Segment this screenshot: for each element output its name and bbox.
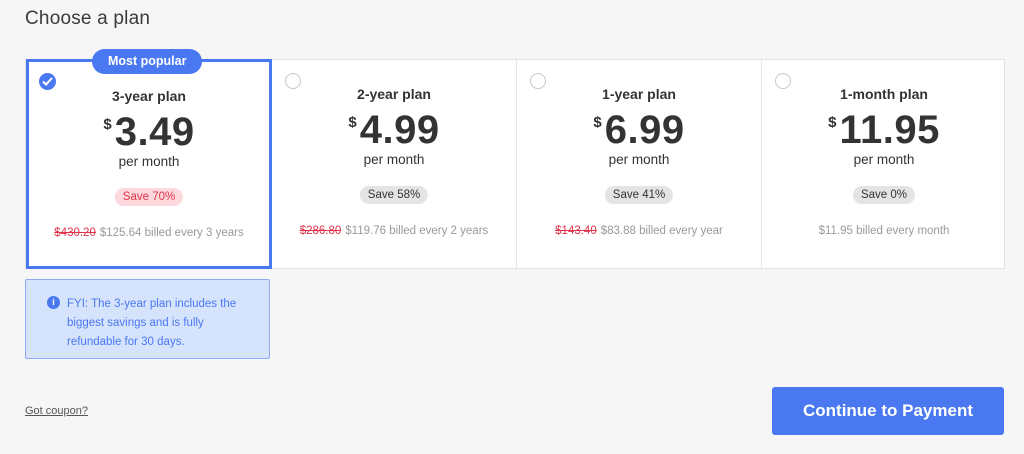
billing-info: $11.95 billed every month	[762, 225, 1006, 237]
billing-text: $125.64 billed every 3 years	[99, 227, 244, 239]
plan-name: 1-year plan	[602, 86, 676, 102]
billing-info: $143.40 $83.88 billed every year	[517, 225, 761, 237]
price-period: per month	[853, 152, 915, 167]
price-amount: 11.95	[839, 108, 940, 152]
savings-badge: Save 0%	[852, 186, 916, 204]
savings-badge: Save 58%	[359, 186, 429, 204]
currency-symbol: $	[103, 116, 112, 133]
page-title: Choose a plan	[25, 8, 151, 29]
original-price: $430.20	[54, 227, 96, 239]
currency-symbol: $	[593, 114, 602, 131]
fyi-text: FYI: The 3-year plan includes the bigges…	[67, 298, 237, 348]
price-amount: 3.49	[114, 110, 195, 154]
savings-badge: Save 70%	[114, 188, 184, 206]
savings-badge: Save 41%	[604, 186, 674, 204]
plan-card-1-month[interactable]: 1-month plan $11.95 per month Save 0% $1…	[761, 60, 1006, 268]
plan-price: $3.49	[29, 110, 269, 155]
most-popular-badge: Most popular	[92, 49, 203, 74]
plan-name: 3-year plan	[112, 88, 186, 104]
price-amount: 4.99	[359, 108, 440, 152]
billing-info: $430.20 $125.64 billed every 3 years	[29, 227, 269, 239]
price-period: per month	[363, 152, 425, 167]
price-amount: 6.99	[604, 108, 685, 152]
fyi-notice: i FYI: The 3-year plan includes the bigg…	[25, 279, 270, 359]
billing-text: $119.76 billed every 2 years	[345, 225, 489, 237]
plan-price: $4.99	[272, 108, 516, 153]
billing-text: $83.88 billed every year	[600, 225, 723, 237]
got-coupon-link[interactable]: Got coupon?	[25, 405, 88, 417]
info-icon: i	[47, 296, 60, 309]
price-period: per month	[118, 154, 180, 169]
original-price: $286.80	[299, 225, 342, 237]
plan-price: $6.99	[517, 108, 761, 153]
plan-card-1-year[interactable]: 1-year plan $6.99 per month Save 41% $14…	[516, 60, 761, 268]
currency-symbol: $	[348, 114, 357, 131]
plan-name: 1-month plan	[840, 86, 928, 102]
billing-info: $286.80 $119.76 billed every 2 years	[272, 225, 516, 237]
billing-text: $11.95 billed every month	[818, 225, 950, 237]
currency-symbol: $	[828, 114, 837, 131]
plan-options: Most popular 3-year plan $3.49 per month…	[25, 49, 1006, 269]
plan-name: 2-year plan	[357, 86, 431, 102]
original-price: $143.40	[555, 225, 597, 237]
plan-card-3-year[interactable]: Most popular 3-year plan $3.49 per month…	[26, 49, 272, 269]
plan-price: $11.95	[762, 108, 1006, 153]
continue-to-payment-button[interactable]: Continue to Payment	[772, 387, 1004, 435]
price-period: per month	[608, 152, 670, 167]
plan-card-2-year[interactable]: 2-year plan $4.99 per month Save 58% $28…	[271, 60, 516, 268]
